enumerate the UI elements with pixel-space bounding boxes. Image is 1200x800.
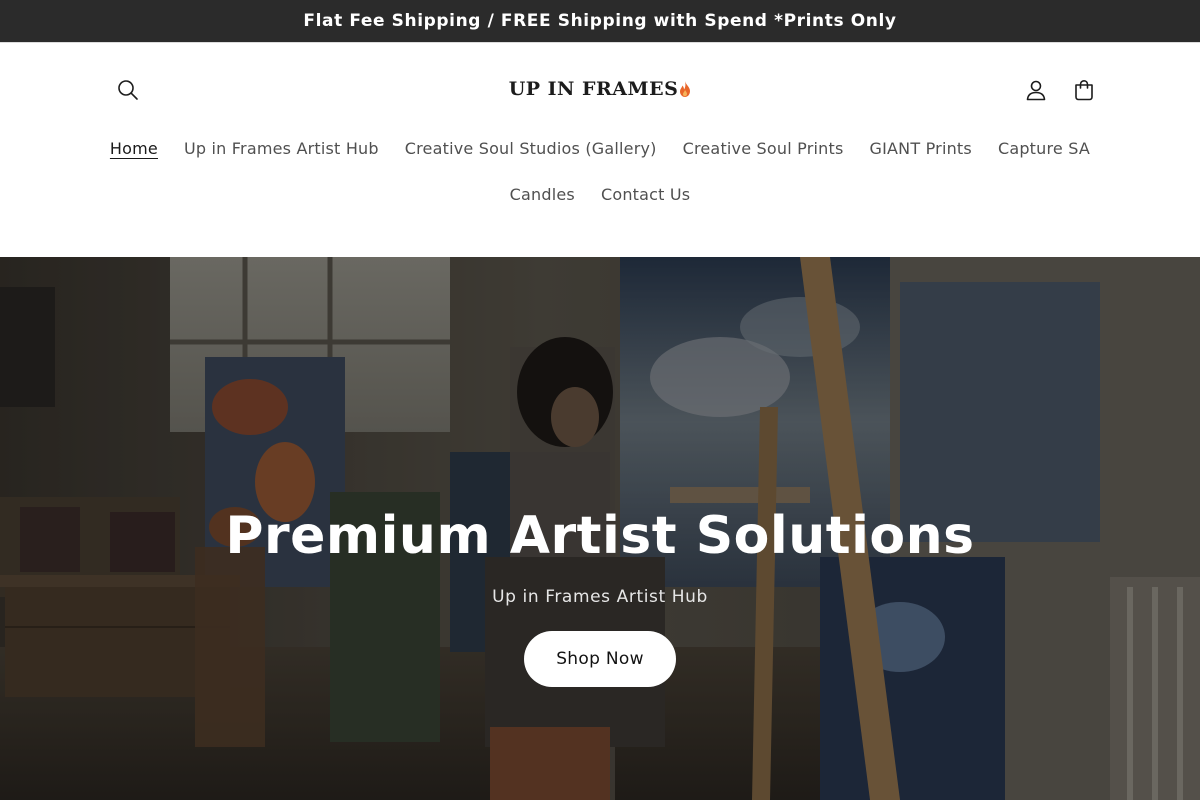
nav-item-capture-sa[interactable]: Capture SA xyxy=(985,139,1103,158)
nav-item-creative-soul-studios[interactable]: Creative Soul Studios (Gallery) xyxy=(392,139,670,158)
announcement-bar: Flat Fee Shipping / FREE Shipping with S… xyxy=(0,0,1200,43)
main-navigation: Home Up in Frames Artist Hub Creative So… xyxy=(0,136,1200,206)
flame-icon xyxy=(679,80,691,102)
nav-item-home[interactable]: Home xyxy=(97,139,171,158)
nav-item-contact-us[interactable]: Contact Us xyxy=(588,185,703,204)
nav-item-artist-hub[interactable]: Up in Frames Artist Hub xyxy=(171,139,392,158)
nav-item-candles[interactable]: Candles xyxy=(497,185,588,204)
shop-now-button[interactable]: Shop Now xyxy=(524,631,676,687)
nav-row-primary: Home Up in Frames Artist Hub Creative So… xyxy=(0,136,1200,160)
hero-banner: Premium Artist Solutions Up in Frames Ar… xyxy=(0,257,1200,800)
account-icon xyxy=(1026,80,1046,101)
announcement-text: Flat Fee Shipping / FREE Shipping with S… xyxy=(303,11,897,31)
hero-content: Premium Artist Solutions Up in Frames Ar… xyxy=(0,505,1200,687)
cart-icon xyxy=(1075,79,1093,101)
nav-row-secondary: Candles Contact Us xyxy=(0,182,1200,206)
site-header: UP IN FRAMES Home Up in Frames Artist Hu… xyxy=(0,44,1200,257)
cart-button[interactable] xyxy=(1066,72,1102,108)
logo-text: UP IN FRAMES xyxy=(508,78,679,100)
nav-item-creative-soul-prints[interactable]: Creative Soul Prints xyxy=(670,139,857,158)
nav-item-giant-prints[interactable]: GIANT Prints xyxy=(857,139,985,158)
hero-subtitle: Up in Frames Artist Hub xyxy=(492,587,708,607)
hero-title: Premium Artist Solutions xyxy=(225,506,975,566)
account-button[interactable] xyxy=(1018,72,1054,108)
